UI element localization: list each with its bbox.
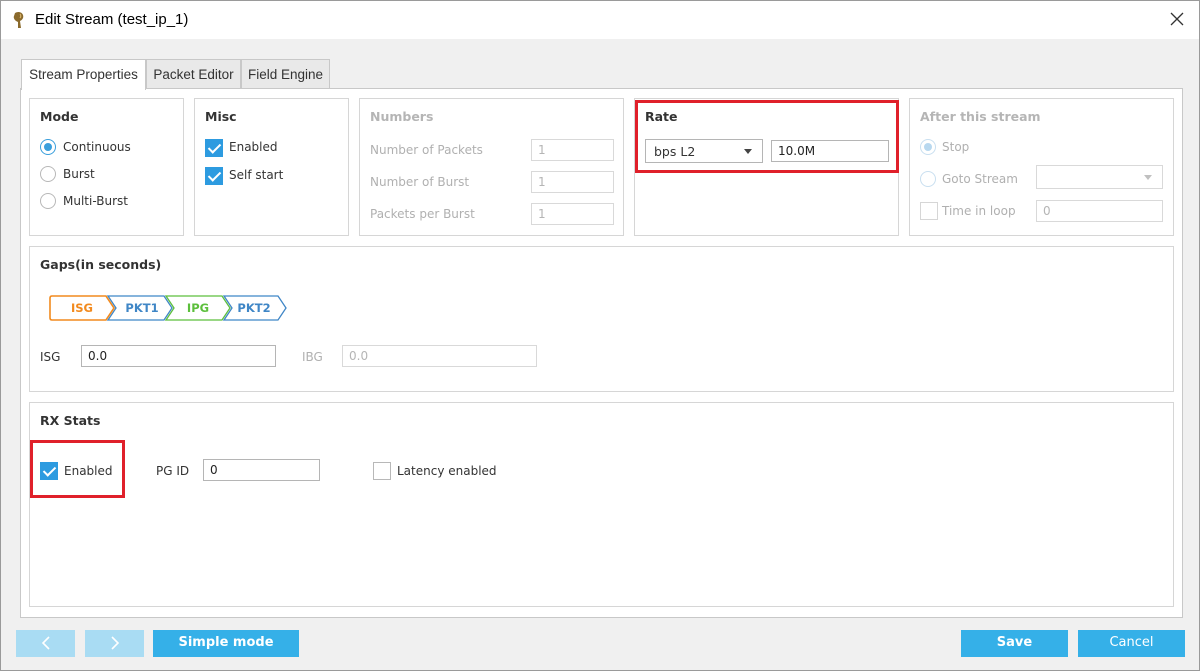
rx-enabled-checkbox[interactable] — [40, 462, 58, 480]
chevron-left-icon — [41, 636, 50, 650]
isg-chevron-label: ISG — [70, 301, 93, 315]
previous-button[interactable] — [16, 630, 75, 657]
packets-per-burst-label: Packets per Burst — [370, 207, 475, 221]
after-stop-radio[interactable] — [920, 139, 936, 155]
misc-title: Misc — [205, 109, 237, 124]
pg-id-input[interactable]: 0 — [203, 459, 320, 481]
save-button[interactable]: Save — [961, 630, 1068, 657]
gaps-panel: Gaps(in seconds) ISG PKT1 IPG PKT2 ISG 0… — [29, 246, 1174, 392]
rate-panel: Rate bps L2 10.0M — [634, 98, 899, 236]
goto-stream-select[interactable] — [1036, 165, 1163, 189]
ipg-chevron-label: IPG — [186, 301, 210, 315]
after-stream-title: After this stream — [920, 109, 1041, 124]
num-packets-label: Number of Packets — [370, 143, 483, 157]
pkt2-chevron-label: PKT2 — [237, 301, 271, 315]
after-stop-label: Stop — [942, 140, 970, 154]
mode-burst-radio[interactable] — [40, 166, 56, 182]
cancel-button[interactable]: Cancel — [1078, 630, 1185, 657]
time-in-loop-input[interactable]: 0 — [1036, 200, 1163, 222]
gaps-title: Gaps(in seconds) — [40, 257, 162, 272]
misc-enabled-label: Enabled — [229, 140, 278, 154]
misc-enabled-checkbox[interactable] — [205, 139, 223, 157]
title-bar: Edit Stream (test_ip_1) — [1, 1, 1199, 39]
after-stream-panel: After this stream Stop Goto Stream Time … — [909, 98, 1174, 236]
close-icon[interactable] — [1167, 9, 1187, 29]
isg-label: ISG — [40, 350, 61, 364]
pg-id-label: PG ID — [156, 464, 190, 478]
rate-unit-value: bps L2 — [654, 144, 696, 159]
misc-self-start-label: Self start — [229, 168, 284, 182]
chevron-down-icon — [1144, 175, 1152, 180]
rate-unit-select[interactable]: bps L2 — [645, 139, 763, 163]
tab-packet-editor[interactable]: Packet Editor — [146, 59, 241, 89]
num-packets-input[interactable]: 1 — [531, 139, 614, 161]
after-goto-radio[interactable] — [920, 171, 936, 187]
mode-continuous-label: Continuous — [63, 140, 131, 154]
ibg-label: IBG — [302, 350, 323, 364]
mode-continuous-radio[interactable] — [40, 139, 56, 155]
num-burst-label: Number of Burst — [370, 175, 470, 189]
misc-panel: Misc Enabled Self start — [194, 98, 349, 236]
app-logo-icon — [13, 11, 24, 29]
rx-stats-panel: RX Stats Enabled PG ID 0 Latency enabled — [29, 402, 1174, 607]
pkt1-chevron-label: PKT1 — [125, 301, 159, 315]
tab-content: Mode Continuous Burst Multi-Burst Misc E… — [20, 88, 1183, 618]
window-title: Edit Stream (test_ip_1) — [35, 11, 189, 28]
num-burst-input[interactable]: 1 — [531, 171, 614, 193]
time-in-loop-checkbox[interactable] — [920, 202, 938, 220]
mode-burst-label: Burst — [63, 167, 95, 181]
isg-input[interactable]: 0.0 — [81, 345, 276, 367]
edit-stream-dialog: Edit Stream (test_ip_1) Stream Propertie… — [0, 0, 1200, 671]
chevron-down-icon — [744, 149, 752, 154]
mode-title: Mode — [40, 109, 79, 124]
latency-enabled-checkbox[interactable] — [373, 462, 391, 480]
misc-self-start-checkbox[interactable] — [205, 167, 223, 185]
rx-stats-title: RX Stats — [40, 413, 101, 428]
numbers-title: Numbers — [370, 109, 434, 124]
mode-panel: Mode Continuous Burst Multi-Burst — [29, 98, 184, 236]
after-goto-label: Goto Stream — [942, 172, 1018, 186]
ibg-input[interactable]: 0.0 — [342, 345, 537, 367]
time-in-loop-label: Time in loop — [942, 204, 1016, 218]
rate-value-input[interactable]: 10.0M — [771, 140, 889, 162]
rate-title: Rate — [645, 109, 678, 124]
chevron-right-icon — [110, 636, 119, 650]
packets-per-burst-input[interactable]: 1 — [531, 203, 614, 225]
tab-field-engine[interactable]: Field Engine — [241, 59, 330, 89]
mode-multi-burst-label: Multi-Burst — [63, 194, 128, 208]
numbers-panel: Numbers Number of Packets 1 Number of Bu… — [359, 98, 624, 236]
latency-enabled-label: Latency enabled — [397, 464, 497, 478]
tab-stream-properties[interactable]: Stream Properties — [21, 59, 146, 90]
simple-mode-button[interactable]: Simple mode — [153, 630, 299, 657]
mode-multi-burst-radio[interactable] — [40, 193, 56, 209]
next-button[interactable] — [85, 630, 144, 657]
rx-enabled-label: Enabled — [64, 464, 113, 478]
